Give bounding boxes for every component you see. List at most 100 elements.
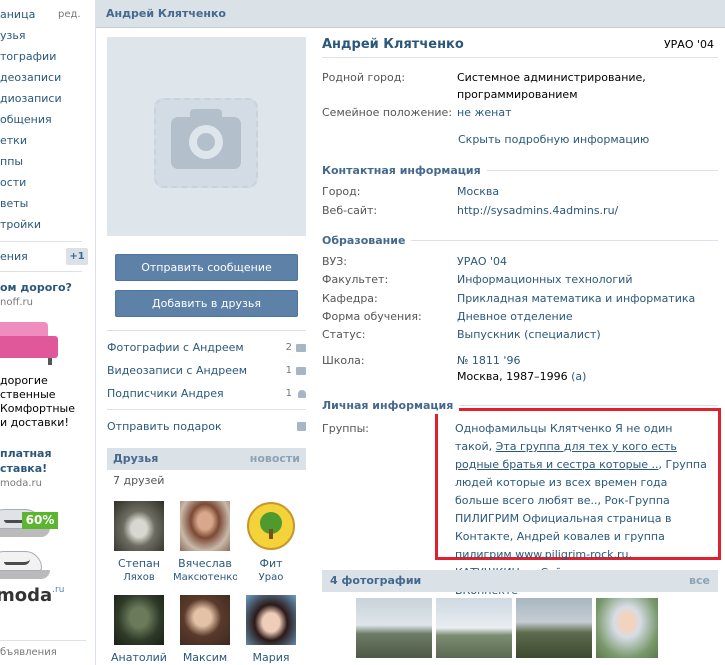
- sofa-image[interactable]: [0, 320, 58, 366]
- family-status-label: Семейное положение:: [322, 106, 453, 119]
- photos-with-link[interactable]: Фотографии с Андреем 2: [107, 338, 306, 358]
- divider: [322, 57, 718, 58]
- friends-title[interactable]: Друзья: [113, 452, 158, 465]
- shoe-image[interactable]: [0, 545, 56, 583]
- add-friend-button[interactable]: Добавить в друзья: [115, 290, 298, 317]
- sidebar-item-notes[interactable]: етки: [0, 130, 90, 151]
- ad-text-line: ственные: [0, 388, 56, 401]
- ad-text-line: и доставки!: [0, 416, 69, 429]
- friend-card[interactable]: Вячеслав Максютенко: [173, 501, 237, 584]
- ad-block-sofa[interactable]: ом дорого? noff.ru дорогие ственные Комф…: [0, 280, 90, 430]
- main-content: Андрей Клятченко Отправить сообщение Доб…: [95, 0, 725, 665]
- photos-title[interactable]: 4 фотографии: [330, 574, 421, 587]
- university-label: ВУЗ:: [322, 255, 348, 268]
- groups-list-highlighted[interactable]: Однофамильцы Клятченко Я не один такой, …: [435, 408, 721, 597]
- film-icon: [296, 367, 306, 375]
- photos-header[interactable]: 4 фотографии все: [322, 570, 718, 592]
- department-value[interactable]: Прикладная математика и информатика: [457, 290, 717, 307]
- divider: [107, 330, 306, 331]
- website-link[interactable]: http://sysadmins.4admins.ru/: [457, 202, 717, 219]
- send-message-button[interactable]: Отправить сообщение: [115, 254, 298, 281]
- person-icon: [298, 390, 306, 398]
- sidebar-divider: [0, 241, 82, 242]
- education-section-header: Образование: [322, 232, 718, 249]
- friend-card[interactable]: Фит Урао: [239, 501, 303, 584]
- page-title: Андрей Клятченко: [96, 0, 725, 28]
- friend-card[interactable]: Анатолий: [107, 595, 171, 665]
- profile-left-column: Отправить сообщение Добавить в друзья Фо…: [107, 37, 306, 664]
- sidebar-divider: [0, 271, 82, 272]
- faculty-value[interactable]: Информационных технологий: [457, 271, 717, 288]
- school-detail: Москва, 1987–1996 (а): [457, 370, 587, 383]
- hide-details-link[interactable]: Скрыть подробную информацию: [458, 131, 718, 148]
- department-label: Кафедра:: [322, 292, 378, 305]
- family-status-value[interactable]: не женат: [457, 104, 717, 121]
- friends-news-link[interactable]: новости: [250, 448, 300, 470]
- gift-icon: [297, 422, 306, 431]
- sidebar-item-groups[interactable]: ппы: [0, 151, 90, 172]
- avatar[interactable]: [114, 595, 164, 645]
- ad-brand: moda.ru: [0, 585, 65, 606]
- left-sidebar: аница ред. узья тографии деозаписи диозап…: [0, 0, 90, 665]
- school-class-link[interactable]: (а): [571, 370, 586, 383]
- photos-all-link[interactable]: все: [689, 570, 710, 592]
- contact-section-header: Контактная информация: [322, 162, 718, 179]
- university-value[interactable]: УРАО '04: [457, 253, 717, 270]
- study-form-label: Форма обучения:: [322, 310, 422, 323]
- city-value[interactable]: Москва: [457, 183, 717, 200]
- subscribers-link[interactable]: Подписчики Андрея 1: [107, 384, 306, 404]
- sidebar-item-friends[interactable]: узья: [0, 25, 90, 46]
- notifications-badge: +1: [66, 248, 88, 265]
- avatar[interactable]: [246, 501, 296, 551]
- university-logo-icon: [247, 502, 295, 550]
- study-form-value[interactable]: Дневное отделение: [457, 308, 717, 325]
- friend-card[interactable]: Степан Ляхов: [107, 501, 171, 584]
- friends-count[interactable]: 7 друзей: [113, 473, 164, 489]
- ad-text-line: дорогие: [0, 374, 48, 387]
- sidebar-item-notifications[interactable]: ения +1: [0, 246, 90, 267]
- hometown-value: Системное администрирование, программиро…: [457, 71, 646, 101]
- friends-header[interactable]: Друзья новости: [107, 448, 306, 470]
- sidebar-item-news[interactable]: ости: [0, 172, 90, 193]
- faculty-label: Факультет:: [322, 273, 389, 286]
- profile-university-short: УРАО '04: [663, 38, 714, 51]
- videos-with-link[interactable]: Видеозаписи с Андреем 1: [107, 361, 306, 381]
- sidebar-item-page[interactable]: аница ред.: [0, 4, 90, 25]
- website-label: Веб-сайт:: [322, 204, 378, 217]
- photo-thumbnail[interactable]: [436, 598, 512, 658]
- discount-badge: 60%: [22, 512, 58, 529]
- friend-card[interactable]: Мария: [239, 595, 303, 665]
- ads-footer-link[interactable]: бъявления: [0, 647, 57, 658]
- camera-icon: [296, 344, 306, 352]
- avatar[interactable]: [114, 501, 164, 551]
- profile-photo-placeholder[interactable]: [107, 37, 306, 236]
- ad-title[interactable]: платная: [0, 446, 90, 461]
- sidebar-divider: [0, 640, 86, 641]
- divider: [107, 409, 306, 410]
- school-value[interactable]: № 1811 '96: [457, 352, 717, 369]
- sidebar-item-settings[interactable]: тройки: [0, 214, 90, 235]
- sidebar-item-audio[interactable]: диозаписи: [0, 88, 90, 109]
- sidebar-edit-link[interactable]: ред.: [58, 4, 81, 25]
- photo-thumbnail[interactable]: [596, 598, 658, 658]
- avatar[interactable]: [180, 501, 230, 551]
- school-label: Школа:: [322, 354, 365, 367]
- send-gift-link[interactable]: Отправить подарок: [107, 417, 306, 437]
- sidebar-item-messages[interactable]: общения: [0, 109, 90, 130]
- ad-title[interactable]: ом дорого?: [0, 280, 90, 295]
- sidebar-item-photos[interactable]: тографии: [0, 46, 90, 67]
- ad-title[interactable]: ставка!: [0, 461, 90, 476]
- avatar[interactable]: [180, 595, 230, 645]
- friend-card[interactable]: Максим: [173, 595, 237, 665]
- avatar[interactable]: [246, 595, 296, 645]
- sidebar-item-answers[interactable]: веты: [0, 193, 90, 214]
- status-label: Статус:: [322, 328, 366, 341]
- status-value[interactable]: Выпускник (специалист): [457, 326, 717, 343]
- sidebar-item-videos[interactable]: деозаписи: [0, 67, 90, 88]
- city-label: Город:: [322, 185, 361, 198]
- photo-thumbnail[interactable]: [516, 598, 592, 658]
- photo-thumbnail[interactable]: [356, 598, 432, 658]
- profile-name: Андрей Клятченко: [322, 37, 464, 52]
- ad-domain: moda.ru: [0, 478, 42, 489]
- ad-domain: noff.ru: [0, 297, 33, 308]
